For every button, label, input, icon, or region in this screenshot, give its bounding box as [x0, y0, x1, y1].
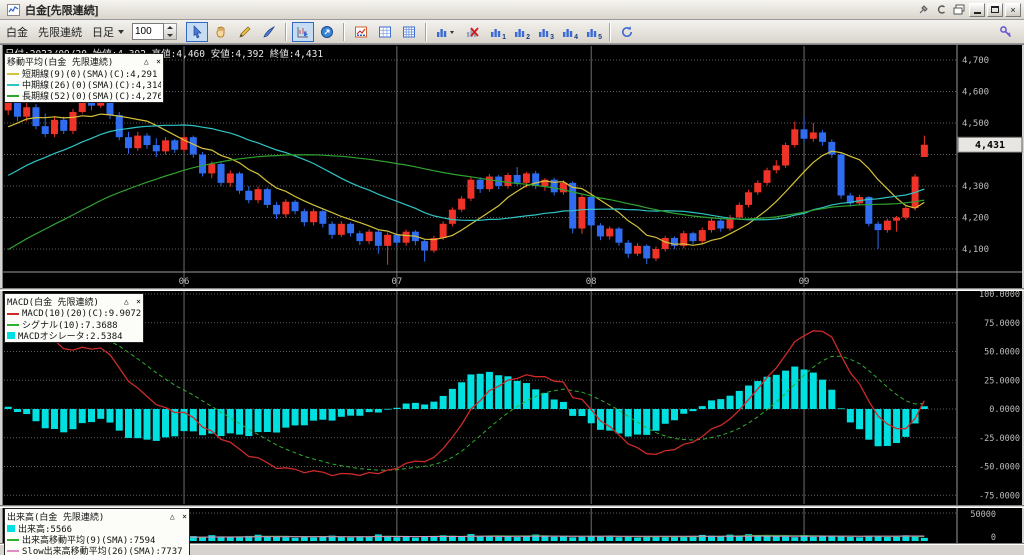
- timeframe-label: 日足: [92, 26, 114, 39]
- svg-text:0: 0: [991, 533, 996, 543]
- svg-text:08: 08: [586, 277, 597, 287]
- chart-preset-1-button[interactable]: 1: [486, 22, 508, 42]
- volume-slow-ma-swatch: [7, 549, 19, 552]
- legend-close-button[interactable]: ×: [156, 57, 161, 66]
- chart-preset-5-button[interactable]: 5: [582, 22, 604, 42]
- legend-close-button[interactable]: ×: [182, 512, 187, 521]
- oscillator-swatch: [7, 332, 15, 339]
- legend-row-sma-mid: 中期線(26)(0)(SMA)(C):4,314: [7, 79, 161, 90]
- toolbar: 白金 先限連続 日足 100 1 2 3 4 5: [0, 20, 1024, 44]
- volume-legend-title: 出来高(白金 先限連続): [7, 513, 105, 523]
- select-tool-button[interactable]: [186, 21, 208, 42]
- pin-icon[interactable]: [915, 3, 931, 17]
- cascade-windows-icon[interactable]: [951, 3, 967, 17]
- svg-text:4,200: 4,200: [962, 214, 989, 224]
- freehand-tool-button[interactable]: [258, 22, 280, 42]
- ma-legend-title: 移動平均(白金 先限連続): [7, 58, 114, 68]
- svg-text:06: 06: [179, 277, 190, 287]
- svg-text:50.0000: 50.0000: [984, 348, 1020, 358]
- close-button[interactable]: ×: [1005, 2, 1021, 17]
- svg-text:-50.0000: -50.0000: [979, 463, 1020, 473]
- chart-preset-3-button[interactable]: 3: [534, 22, 556, 42]
- chart-window-icon: [5, 3, 21, 17]
- sma-long-swatch: [7, 94, 19, 97]
- svg-text:4,700: 4,700: [962, 56, 989, 66]
- instrument-label: 白金: [6, 26, 28, 39]
- svg-text:09: 09: [799, 277, 810, 287]
- volume-ma-swatch: [7, 538, 19, 541]
- legend-row-volume-ma: 出来高移動平均(9)(SMA):7594: [7, 534, 187, 545]
- minimize-button[interactable]: [969, 2, 985, 17]
- signal-line-swatch: [7, 323, 19, 326]
- legend-row-sma-long: 長期線(52)(0)(SMA)(C):4,276: [7, 90, 161, 101]
- macd-legend: MACD(白金 先限連続) △ × MACD(10)(20)(C):9.9072…: [4, 293, 144, 343]
- macd-legend-title: MACD(白金 先限連続): [7, 298, 99, 308]
- legend-row-macd: MACD(10)(20)(C):9.9072: [7, 308, 141, 319]
- chart-preset-2-button[interactable]: 2: [510, 22, 532, 42]
- settings-wrench-icon[interactable]: [995, 22, 1017, 42]
- sma-short-swatch: [7, 72, 19, 75]
- macd-line-swatch: [7, 312, 19, 315]
- remove-indicator-button[interactable]: [462, 22, 484, 42]
- preset-number: 1: [502, 33, 506, 41]
- title-bar[interactable]: 白金[先限連続] ×: [0, 0, 1024, 20]
- svg-text:100.0000: 100.0000: [979, 290, 1020, 300]
- svg-text:-25.0000: -25.0000: [979, 434, 1020, 444]
- legend-row-signal: シグナル(10):7.3688: [7, 319, 141, 330]
- grid-small-button[interactable]: [374, 22, 396, 42]
- volume-legend: 出来高(白金 先限連続) △ × 出来高:5566 出来高移動平均(9)(SMA…: [4, 508, 190, 555]
- chart-preset-4-button[interactable]: 4: [558, 22, 580, 42]
- link-icon[interactable]: [933, 3, 949, 17]
- legend-collapse-button[interactable]: △: [144, 57, 149, 66]
- svg-text:75.0000: 75.0000: [984, 319, 1020, 329]
- legend-collapse-button[interactable]: △: [124, 297, 129, 306]
- bar-count-spinner: [132, 23, 177, 40]
- refresh-button[interactable]: [616, 22, 638, 42]
- legend-row-oscillator: MACDオシレータ:2.5384: [7, 330, 141, 341]
- preset-number: 3: [550, 33, 554, 41]
- svg-text:4,600: 4,600: [962, 88, 989, 98]
- spin-down-icon[interactable]: [164, 32, 176, 40]
- contract-label: 先限連続: [38, 26, 82, 39]
- chart-window: 白金[先限連続] × 白金 先限連続 日足 100 1 2 3 4 5 06 0…: [0, 0, 1024, 555]
- svg-text:50000: 50000: [970, 510, 996, 520]
- volume-swatch: [7, 525, 15, 532]
- svg-text:-75.0000: -75.0000: [979, 491, 1020, 501]
- svg-text:4,500: 4,500: [962, 119, 989, 129]
- timeframe-dropdown[interactable]: 日足: [92, 24, 124, 40]
- chevron-down-icon: [118, 29, 124, 34]
- legend-close-button[interactable]: ×: [136, 297, 141, 306]
- spin-up-icon[interactable]: [164, 24, 176, 32]
- legend-row-sma-short: 短期線(9)(0)(SMA)(C):4,291: [7, 68, 161, 79]
- navigate-tool-button[interactable]: [316, 22, 338, 42]
- preset-number: 4: [574, 33, 578, 41]
- pencil-tool-button[interactable]: [234, 22, 256, 42]
- svg-text:25.0000: 25.0000: [984, 376, 1020, 386]
- legend-row-volume-slow-ma: Slow出来高移動平均(26)(SMA):7737: [7, 545, 187, 555]
- svg-text:4,431: 4,431: [975, 140, 1005, 151]
- crosshair-tool-button[interactable]: [292, 21, 314, 42]
- chart-style-button[interactable]: [350, 22, 372, 42]
- chart-canvas[interactable]: 06 07 08 09 4,700 4,600 4,500 4,300 4,200 4,100 4,…: [0, 44, 1024, 555]
- grid-large-button[interactable]: [398, 22, 420, 42]
- sma-mid-swatch: [7, 83, 19, 86]
- maximize-button[interactable]: [987, 2, 1003, 17]
- preset-number: 2: [526, 33, 530, 41]
- chart-area: 06 07 08 09 4,700 4,600 4,500 4,300 4,200 4,100 4,…: [0, 44, 1024, 555]
- svg-text:0.0000: 0.0000: [989, 405, 1020, 415]
- svg-text:07: 07: [391, 277, 402, 287]
- svg-text:4,100: 4,100: [962, 245, 989, 255]
- ma-legend: 移動平均(白金 先限連続) △ × 短期線(9)(0)(SMA)(C):4,29…: [4, 53, 164, 103]
- pan-tool-button[interactable]: [210, 22, 232, 42]
- legend-collapse-button[interactable]: △: [170, 512, 175, 521]
- indicator-histogram-dropdown-button[interactable]: [432, 22, 460, 42]
- svg-text:4,300: 4,300: [962, 182, 989, 192]
- legend-row-volume: 出来高:5566: [7, 523, 187, 534]
- preset-number: 5: [598, 33, 602, 41]
- window-title: 白金[先限連続]: [25, 4, 99, 17]
- bar-count-input[interactable]: [132, 23, 164, 40]
